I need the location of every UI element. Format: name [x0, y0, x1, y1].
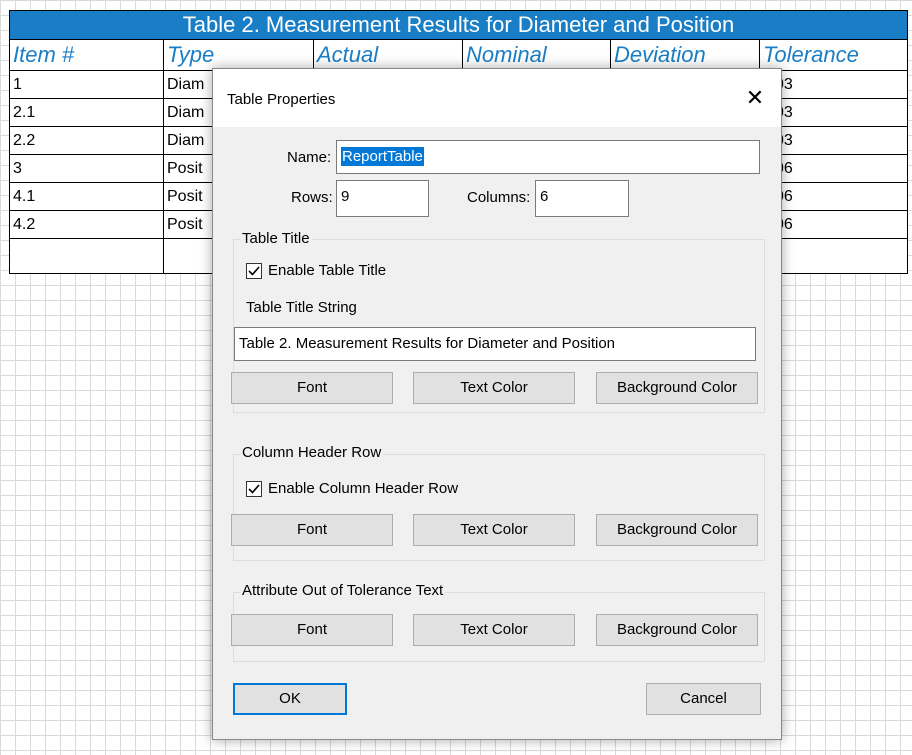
- enable-table-title-checkbox[interactable]: [246, 263, 262, 279]
- columns-field[interactable]: 6: [535, 180, 629, 217]
- table-title-background-color-button[interactable]: Background Color: [596, 372, 758, 404]
- name-label: Name:: [287, 149, 332, 166]
- cell-type: [164, 239, 167, 266]
- attribute-background-color-button[interactable]: Background Color: [596, 614, 758, 646]
- table-title-group-label: Table Title: [240, 230, 312, 247]
- header-nominal: Nominal: [462, 40, 610, 71]
- enable-table-title-label[interactable]: Enable Table Title: [268, 262, 386, 279]
- table-title-string-field[interactable]: Table 2. Measurement Results for Diamete…: [234, 327, 756, 361]
- columns-field-value: 6: [540, 188, 549, 205]
- cell-item: 2.1: [13, 104, 36, 121]
- close-button[interactable]: ✕: [735, 81, 775, 115]
- name-field[interactable]: ReportTable: [336, 140, 760, 174]
- rows-field[interactable]: 9: [336, 180, 429, 217]
- dialog-titlebar[interactable]: Table Properties ✕: [213, 69, 781, 127]
- cancel-button[interactable]: Cancel: [646, 683, 761, 715]
- cell-item: [10, 239, 13, 266]
- header-actual: Actual: [313, 40, 462, 71]
- header-deviation: Deviation: [610, 40, 759, 71]
- cell-item: 1: [13, 76, 22, 93]
- column-header-font-button[interactable]: Font: [231, 514, 393, 546]
- header-item: Item #: [13, 42, 75, 67]
- cell-type: Posit: [167, 188, 203, 205]
- enable-column-header-checkbox[interactable]: [246, 481, 262, 497]
- cell-item: 4.1: [13, 188, 36, 205]
- header-tolerance: Tolerance: [759, 40, 907, 71]
- cell-item: 2.2: [13, 132, 36, 149]
- table-title: Table 2. Measurement Results for Diamete…: [10, 11, 907, 39]
- table-rule: [10, 39, 907, 40]
- checkmark-icon: [248, 266, 260, 276]
- table-title-font-button[interactable]: Font: [231, 372, 393, 404]
- table-properties-dialog: Table Properties ✕ Name: ReportTable Row…: [212, 68, 782, 740]
- name-field-value: ReportTable: [341, 147, 424, 166]
- close-icon: ✕: [745, 85, 765, 110]
- table-title-string-label: Table Title String: [246, 299, 357, 316]
- checkmark-icon: [248, 484, 260, 494]
- column-header-group-label: Column Header Row: [240, 444, 384, 461]
- attribute-font-button[interactable]: Font: [231, 614, 393, 646]
- cell-type: Diam: [167, 76, 205, 93]
- cell-item: 3: [13, 160, 22, 177]
- column-header-text-color-button[interactable]: Text Color: [413, 514, 575, 546]
- columns-label: Columns:: [467, 189, 531, 206]
- attribute-out-of-tolerance-group-label: Attribute Out of Tolerance Text: [240, 582, 446, 599]
- table-title-text-color-button[interactable]: Text Color: [413, 372, 575, 404]
- attribute-text-color-button[interactable]: Text Color: [413, 614, 575, 646]
- dialog-title: Table Properties: [227, 91, 336, 108]
- cell-type: Diam: [167, 132, 205, 149]
- column-header-background-color-button[interactable]: Background Color: [596, 514, 758, 546]
- cell-type: Diam: [167, 104, 205, 121]
- table-title-string-value: Table 2. Measurement Results for Diamete…: [239, 335, 616, 352]
- rows-field-value: 9: [341, 188, 350, 205]
- header-type: Type: [163, 40, 313, 71]
- ok-button[interactable]: OK: [233, 683, 347, 715]
- rows-label: Rows:: [291, 189, 333, 206]
- cell-item: 4.2: [13, 216, 36, 233]
- cell-type: Posit: [167, 216, 203, 233]
- cell-type: Posit: [167, 160, 203, 177]
- enable-column-header-label[interactable]: Enable Column Header Row: [268, 480, 458, 497]
